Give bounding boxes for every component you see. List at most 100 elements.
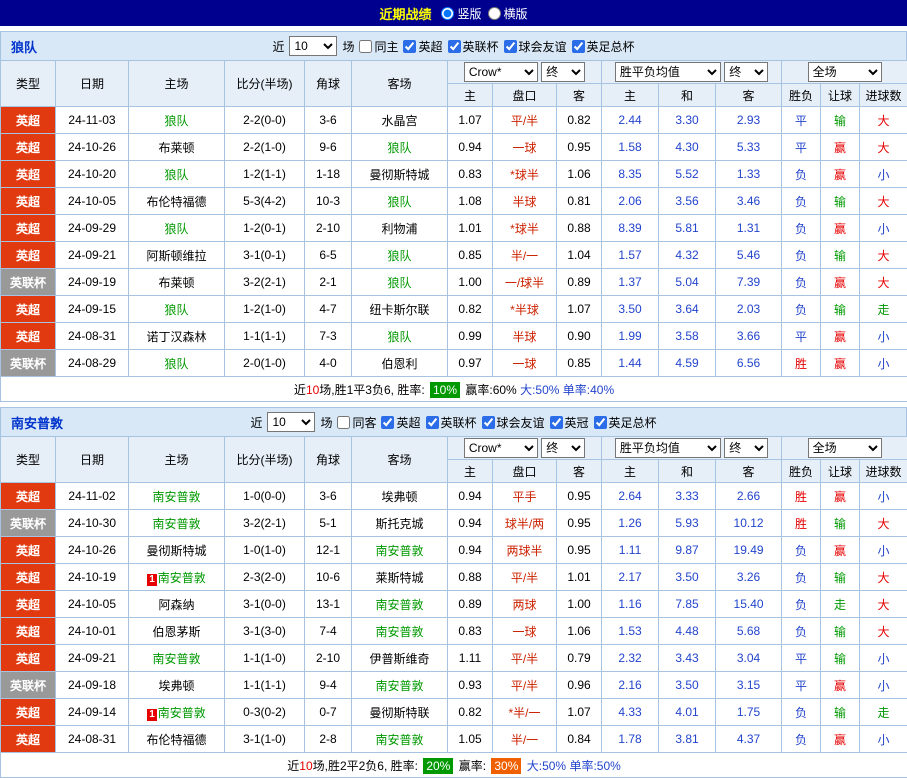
away-team: 水晶宫 [352, 107, 448, 134]
avg-draw: 5.04 [659, 269, 716, 296]
avg-home: 2.17 [602, 564, 659, 591]
home-team: 曼彻斯特城 [129, 537, 225, 564]
same-home-filter[interactable]: 同主 [359, 38, 398, 55]
league-fa-cup-checkbox[interactable] [572, 40, 585, 53]
match-row: 英联杯24-08-29狼队2-0(1-0)4-0伯恩利0.97一球0.851.4… [1, 350, 907, 377]
col-handicap: 盘口 [493, 84, 557, 107]
league-filter-championship[interactable]: 英冠 [550, 414, 589, 431]
match-date: 24-09-29 [56, 215, 129, 242]
wdl-result: 平 [782, 107, 821, 134]
match-row: 英超24-08-31诺丁汉森林1-1(1-1)7-3狼队0.99半球0.901.… [1, 323, 907, 350]
league-epl-checkbox[interactable] [381, 416, 394, 429]
league-filter-epl[interactable]: 英超 [403, 38, 442, 55]
home-team: 狼队 [129, 107, 225, 134]
recent-label: 近 [250, 414, 262, 431]
score: 1-2(1-1) [225, 161, 305, 188]
league-epl-label: 英超 [396, 414, 420, 431]
league-badge: 英超 [1, 215, 56, 242]
handicap-result: 输 [821, 188, 860, 215]
home-team-name: 阿森纳 [158, 598, 194, 612]
bookmaker-select[interactable]: Crow* [464, 438, 538, 458]
league-filter-efl-cup[interactable]: 英联杯 [426, 414, 477, 431]
league-friendly-checkbox[interactable] [482, 416, 495, 429]
wdl-result: 负 [782, 564, 821, 591]
col-type: 类型 [1, 61, 56, 107]
layout-option-horizontal[interactable]: 横版 [488, 5, 528, 22]
league-filter-epl[interactable]: 英超 [381, 414, 420, 431]
wdl-result: 负 [782, 269, 821, 296]
horizontal-layout-radio[interactable] [488, 7, 501, 20]
corners: 0-7 [305, 699, 352, 726]
league-filter-fa-cup[interactable]: 英足总杯 [594, 414, 657, 431]
league-badge: 英超 [1, 591, 56, 618]
scope-select[interactable]: 全场 [808, 438, 882, 458]
bookmaker-select[interactable]: Crow* [464, 62, 538, 82]
layout-option-vertical[interactable]: 竖版 [441, 5, 481, 22]
odds-stage-select[interactable]: 终 [541, 62, 585, 82]
odds-stage-select[interactable]: 终 [541, 438, 585, 458]
match-date: 24-08-31 [56, 323, 129, 350]
goals-result: 小 [860, 215, 907, 242]
home-odds: 0.88 [448, 564, 493, 591]
handicap-result: 赢 [821, 483, 860, 510]
summary-segment: 50% [542, 759, 566, 773]
away-odds: 0.84 [557, 726, 602, 753]
league-filter-efl-cup[interactable]: 英联杯 [448, 38, 499, 55]
avg-home: 1.53 [602, 618, 659, 645]
away-team-name: 水晶宫 [381, 114, 417, 128]
away-odds: 1.06 [557, 618, 602, 645]
match-row: 英超24-10-05布伦特福德5-3(4-2)10-3狼队1.08半球0.812… [1, 188, 907, 215]
avg-type-select[interactable]: 胜平负均值 [615, 62, 721, 82]
home-team-name: 南安普敦 [158, 571, 206, 585]
scope-select[interactable]: 全场 [808, 62, 882, 82]
league-epl-checkbox[interactable] [403, 40, 416, 53]
summary-segment: 近 [294, 383, 306, 397]
home-odds: 1.11 [448, 645, 493, 672]
match-row: 英联杯24-10-30南安普敦3-2(2-1)5-1斯托克城0.94球半/两0.… [1, 510, 907, 537]
summary-segment: 50% [597, 759, 621, 773]
recent-count-select[interactable]: 10 [267, 412, 315, 432]
league-filter-fa-cup[interactable]: 英足总杯 [572, 38, 635, 55]
score: 1-2(1-0) [225, 296, 305, 323]
league-fa-cup-checkbox[interactable] [594, 416, 607, 429]
avg-away: 1.31 [716, 215, 782, 242]
away-team-name: 莱斯特城 [375, 571, 423, 585]
score: 3-1(0-0) [225, 591, 305, 618]
avg-type-select[interactable]: 胜平负均值 [615, 438, 721, 458]
match-row: 英超24-10-191南安普敦2-3(2-0)10-6莱斯特城0.88平/半1.… [1, 564, 907, 591]
same-home-checkbox[interactable] [359, 40, 372, 53]
avg-draw: 4.01 [659, 699, 716, 726]
league-filter-friendly[interactable]: 球会友谊 [504, 38, 567, 55]
handicap: 半/一 [493, 242, 557, 269]
avg-stage-select[interactable]: 终 [724, 438, 768, 458]
avg-stage-select[interactable]: 终 [724, 62, 768, 82]
league-filter-friendly[interactable]: 球会友谊 [482, 414, 545, 431]
corners: 2-10 [305, 645, 352, 672]
away-odds: 0.82 [557, 107, 602, 134]
away-team-name: 狼队 [387, 195, 411, 209]
handicap-result: 输 [821, 618, 860, 645]
league-efl-cup-checkbox[interactable] [448, 40, 461, 53]
avg-away: 2.03 [716, 296, 782, 323]
league-championship-checkbox[interactable] [550, 416, 563, 429]
home-team-name: 狼队 [164, 357, 188, 371]
recent-count-select[interactable]: 10 [289, 36, 337, 56]
league-friendly-checkbox[interactable] [504, 40, 517, 53]
home-odds: 1.01 [448, 215, 493, 242]
home-team: 埃弗顿 [129, 672, 225, 699]
same-away-filter[interactable]: 同客 [337, 414, 376, 431]
same-away-checkbox[interactable] [337, 416, 350, 429]
vertical-layout-radio[interactable] [441, 7, 454, 20]
avg-draw: 3.56 [659, 188, 716, 215]
wdl-result: 胜 [782, 350, 821, 377]
home-team-name: 阿斯顿维拉 [146, 249, 206, 263]
match-row: 英超24-10-01伯恩茅斯3-1(3-0)7-4南安普敦0.83一球1.061… [1, 618, 907, 645]
home-team: 伯恩茅斯 [129, 618, 225, 645]
home-odds: 1.07 [448, 107, 493, 134]
summary-segment: 赢率: [455, 759, 489, 773]
away-odds: 0.96 [557, 672, 602, 699]
league-efl-cup-checkbox[interactable] [426, 416, 439, 429]
league-badge: 英超 [1, 699, 56, 726]
handicap-result: 输 [821, 699, 860, 726]
filter-bar: 近 10 场 同客 英超 英联杯 球会友谊 英冠 [250, 412, 656, 432]
